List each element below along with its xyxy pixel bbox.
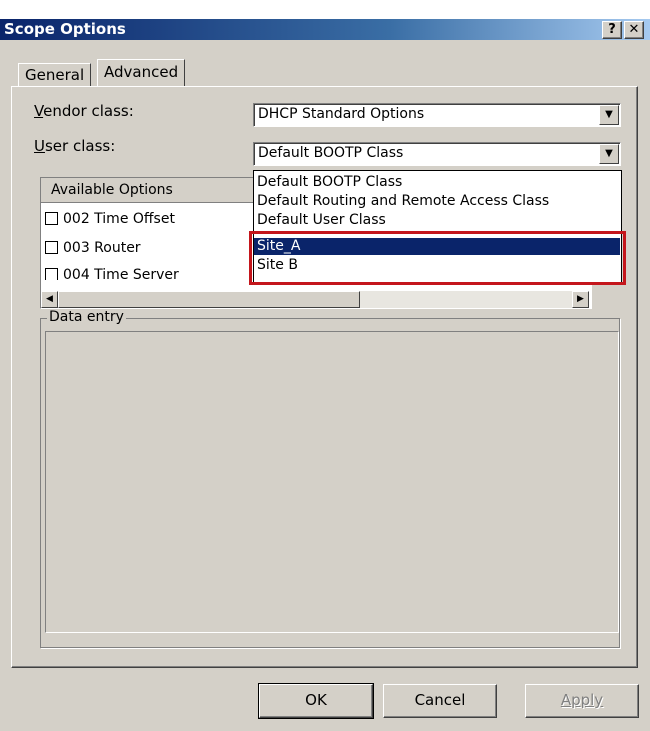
vendor-class-accesskey: V: [34, 102, 44, 120]
cancel-button[interactable]: Cancel: [383, 684, 497, 718]
data-entry-legend: Data entry: [47, 309, 126, 325]
user-class-label: User class:: [34, 137, 115, 155]
vendor-class-label-text: endor class:: [43, 102, 134, 120]
title-bar: Scope Options ? ✕: [0, 0, 650, 40]
user-class-label-text: ser class:: [44, 137, 116, 155]
vendor-class-value: DHCP Standard Options: [258, 106, 425, 122]
annotation-highlight: [249, 231, 626, 285]
title-bar-caption[interactable]: Scope Options ? ✕: [0, 19, 650, 40]
checkbox[interactable]: [45, 211, 58, 225]
column-header-available-options[interactable]: Available Options: [41, 178, 262, 203]
close-button[interactable]: ✕: [624, 21, 644, 39]
user-class-select[interactable]: Default BOOTP Class ▼: [253, 142, 621, 166]
data-entry-area: [45, 331, 619, 633]
vendor-class-label: Vendor class:: [34, 102, 134, 120]
list-item-label: 004 Time Server: [63, 267, 179, 280]
vendor-class-select[interactable]: DHCP Standard Options ▼: [253, 103, 621, 127]
horizontal-scrollbar[interactable]: ◀ ▶: [41, 291, 589, 308]
scroll-left-icon[interactable]: ◀: [41, 291, 58, 308]
checkbox[interactable]: [45, 267, 58, 280]
scroll-right-icon[interactable]: ▶: [572, 291, 589, 308]
dropdown-option[interactable]: Default User Class: [257, 212, 386, 229]
apply-button[interactable]: Apply: [525, 684, 639, 718]
list-item-label: 003 Router: [63, 240, 141, 256]
list-item-label: 002 Time Offset: [63, 211, 175, 227]
scroll-thumb[interactable]: [58, 291, 360, 308]
list-item[interactable]: 002 Time Offset: [45, 208, 175, 230]
tab-general[interactable]: General: [18, 63, 92, 86]
list-item[interactable]: 004 Time Server: [45, 264, 179, 280]
dropdown-option[interactable]: Default Routing and Remote Access Class: [257, 193, 549, 210]
user-class-accesskey: U: [34, 137, 45, 155]
user-class-value: Default BOOTP Class: [258, 145, 404, 161]
dropdown-option[interactable]: Default BOOTP Class: [257, 174, 402, 191]
vendor-class-dropdown-arrow-icon[interactable]: ▼: [599, 105, 619, 125]
ok-button[interactable]: OK: [258, 683, 374, 719]
window-title: Scope Options: [4, 20, 126, 38]
apply-button-label: Apply: [560, 691, 604, 709]
tab-advanced[interactable]: Advanced: [97, 59, 186, 86]
user-class-dropdown-arrow-icon[interactable]: ▼: [599, 144, 619, 164]
data-entry-group: Data entry: [40, 309, 620, 648]
list-item[interactable]: 003 Router: [45, 237, 141, 259]
help-button[interactable]: ?: [602, 21, 622, 39]
checkbox[interactable]: [45, 240, 58, 254]
